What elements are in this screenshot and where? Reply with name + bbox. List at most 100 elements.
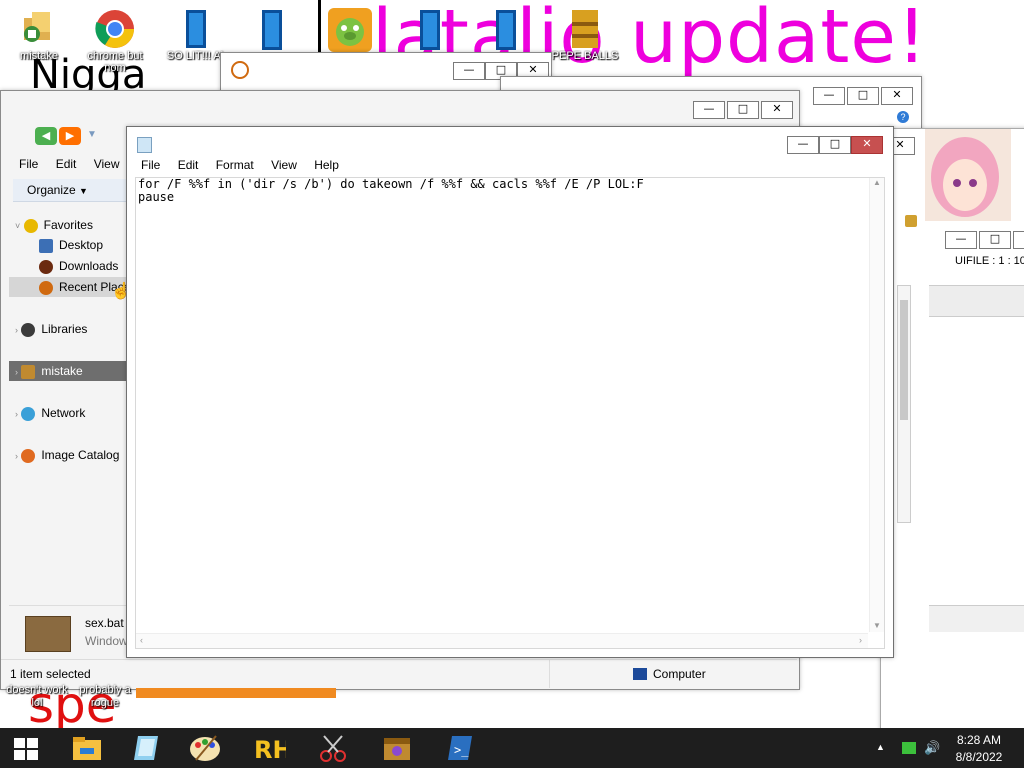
expand-arrow-icon: ›: [15, 325, 18, 335]
close-button[interactable]: ✕: [881, 87, 913, 105]
minimize-button[interactable]: —: [787, 136, 819, 154]
history-dropdown-icon[interactable]: ▼: [87, 129, 97, 140]
expand-arrow-icon: ›: [15, 409, 18, 419]
nav-desktop[interactable]: Desktop: [9, 235, 127, 255]
resource-hacker-icon[interactable]: RH: [252, 732, 293, 764]
horizontal-scrollbar[interactable]: ‹ ›: [136, 633, 868, 648]
toolbar-strip: [929, 285, 1024, 317]
paint-icon[interactable]: [188, 732, 222, 764]
status-selected: 1 item selected: [10, 667, 91, 681]
scroll-down-icon[interactable]: ▼: [870, 621, 884, 630]
desktop-icon-label: PEPE BALLS: [551, 50, 619, 62]
menu-edit[interactable]: Edit: [178, 158, 199, 172]
nav-label: mistake: [41, 364, 83, 378]
anime-image: [925, 129, 1011, 221]
notepad-text-area[interactable]: for /F %%f in ('dir /s /b') do takeown /…: [135, 177, 885, 649]
status-divider: [549, 660, 550, 688]
details-filename: sex.bat: [85, 616, 124, 630]
details-pane: sex.bat Windows: [9, 605, 134, 658]
angry-pig-icon[interactable]: [328, 8, 372, 52]
close-button[interactable]: ✕: [851, 136, 883, 154]
desktop-icon-chrome[interactable]: chrome but nom: [80, 8, 150, 74]
notepad-icon: [137, 137, 152, 153]
menu-file[interactable]: File: [19, 157, 38, 171]
organize-button[interactable]: Organize ▼: [13, 179, 137, 202]
maximize-button[interactable]: □: [847, 87, 879, 105]
snipping-icon[interactable]: [316, 732, 350, 764]
nav-libraries[interactable]: › Libraries: [9, 319, 127, 339]
nav-image-catalog[interactable]: › Image Catalog: [9, 445, 127, 465]
uifile-label: UIFILE : 1 : 103: [955, 255, 1024, 267]
minimize-button[interactable]: —: [945, 231, 977, 249]
nav-label: Libraries: [41, 322, 88, 336]
monitor-icon[interactable]: [414, 8, 448, 52]
scrollbar-thumb[interactable]: [900, 300, 908, 420]
start-button[interactable]: [14, 738, 38, 760]
computer-icon: [633, 668, 647, 680]
monitor-icon[interactable]: [256, 8, 290, 52]
maximize-button[interactable]: □: [819, 136, 851, 154]
back-button[interactable]: ◀: [35, 127, 57, 145]
navigation-pane: ˅ Favorites Desktop Downloads Recent Pla…: [9, 211, 127, 611]
minimize-button[interactable]: —: [453, 62, 485, 80]
desktop-icon: [39, 238, 53, 253]
nav-label: Desktop: [59, 238, 104, 252]
desktop-icon-label: nom: [104, 62, 126, 74]
notepad-icon[interactable]: [128, 732, 162, 764]
desktop-icon-mistake[interactable]: mistake: [4, 8, 74, 62]
close-button[interactable]: ✕: [1013, 231, 1024, 249]
forward-button[interactable]: ▶: [59, 127, 81, 145]
image-catalog-icon: [21, 448, 36, 463]
tray-chevron-icon[interactable]: ▲: [876, 742, 885, 752]
menu-edit[interactable]: Edit: [56, 157, 77, 171]
scroll-up-icon[interactable]: ▲: [870, 178, 884, 187]
nav-mistake[interactable]: › mistake: [9, 361, 127, 381]
desktop-bottom-label[interactable]: doesn't work lol: [2, 684, 72, 710]
close-button[interactable]: ✕: [761, 101, 793, 119]
notepad-window[interactable]: — □ ✕ File Edit Format View Help for /F …: [126, 126, 894, 658]
desktop-icon-label: mistake: [20, 50, 58, 62]
scroll-right-icon[interactable]: ›: [859, 635, 862, 645]
batch-file-icon: [25, 616, 71, 652]
background-strip: [136, 688, 336, 698]
nav-recent-places[interactable]: Recent Places: [9, 277, 127, 297]
desktop-bottom-label[interactable]: probably a rogue: [78, 684, 132, 710]
menu-file[interactable]: File: [141, 158, 160, 172]
file-explorer-icon[interactable]: [70, 732, 104, 764]
minimize-button[interactable]: —: [693, 101, 725, 119]
network-tray-icon[interactable]: [902, 742, 916, 754]
help-icon[interactable]: ?: [897, 111, 909, 123]
maximize-button[interactable]: □: [979, 231, 1011, 249]
svg-text:>_: >_: [454, 743, 469, 757]
clock-date[interactable]: 8/8/2022: [952, 750, 1006, 764]
chrome-icon: [94, 8, 136, 50]
nav-network[interactable]: › Network: [9, 403, 127, 423]
network-icon: [21, 406, 36, 421]
nav-label: Network: [41, 406, 86, 420]
nav-favorites[interactable]: ˅ Favorites: [9, 215, 127, 235]
desktop-divider: [318, 0, 321, 52]
scrollbar[interactable]: [897, 285, 911, 523]
status-strip: [929, 605, 1024, 632]
background-window-right[interactable]: ✕ — □ ✕ UIFILE : 1 : 103: [880, 128, 1024, 730]
menu-view[interactable]: View: [271, 158, 297, 172]
nav-downloads[interactable]: Downloads: [9, 256, 127, 276]
nav-label: Favorites: [43, 218, 93, 232]
menu-format[interactable]: Format: [216, 158, 254, 172]
archive-icon[interactable]: [380, 732, 414, 764]
explorer-menu: File Edit View: [19, 157, 134, 171]
powershell-icon[interactable]: >_: [442, 732, 476, 764]
libraries-icon: [21, 322, 36, 337]
menu-view[interactable]: View: [94, 157, 120, 171]
text-line: for /F %%f in ('dir /s /b') do takeown /…: [138, 177, 644, 191]
minimize-button[interactable]: —: [813, 87, 845, 105]
maximize-button[interactable]: □: [727, 101, 759, 119]
vertical-scrollbar[interactable]: ▲ ▼: [869, 178, 884, 632]
volume-icon[interactable]: 🔊: [924, 740, 940, 756]
monitor-icon[interactable]: [490, 8, 524, 52]
menu-help[interactable]: Help: [314, 158, 339, 172]
scroll-left-icon[interactable]: ‹: [140, 635, 143, 645]
lock-icon: [905, 215, 917, 227]
desktop-icon-pepe-balls[interactable]: PEPE BALLS: [550, 8, 620, 62]
clock-time[interactable]: 8:28 AM: [954, 733, 1004, 747]
